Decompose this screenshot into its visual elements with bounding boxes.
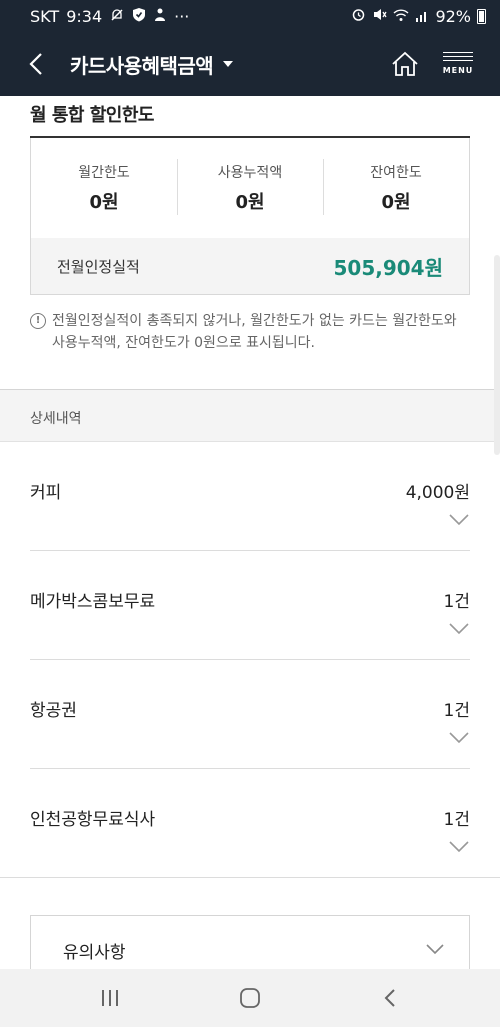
home-icon bbox=[392, 51, 418, 76]
chevron-down-icon bbox=[426, 944, 444, 955]
divider bbox=[0, 877, 500, 878]
chevron-down-icon[interactable] bbox=[448, 731, 470, 745]
accumulated-usage-value: 0원 bbox=[235, 192, 265, 213]
status-bar: SKT 9:34 ··· 92% bbox=[0, 0, 500, 32]
shield-icon bbox=[132, 7, 146, 25]
menu-button[interactable]: MENU bbox=[438, 46, 478, 86]
monthly-limit-value: 0원 bbox=[89, 192, 119, 213]
detail-item-value: 4,000원 bbox=[405, 483, 470, 503]
notice-text: 전월인정실적이 총족되지 않거나, 월간한도가 없는 카드는 월간한도와 사용누… bbox=[52, 313, 457, 351]
remaining-limit-label: 잔여한도 bbox=[370, 165, 422, 181]
page-title: 카드사용혜택금액 bbox=[70, 53, 214, 78]
home-button[interactable] bbox=[385, 46, 425, 82]
detail-item-name: 인천공항무료식사 bbox=[30, 810, 156, 830]
monthly-limit-label: 월간한도 bbox=[78, 165, 130, 181]
app-notification-icon bbox=[153, 7, 167, 25]
detail-item-name: 메가박스콤보무료 bbox=[30, 592, 156, 612]
caution-accordion[interactable]: 유의사항 bbox=[30, 915, 470, 975]
system-nav-bar bbox=[0, 969, 500, 1027]
remaining-limit-value: 0원 bbox=[381, 192, 411, 213]
back-chevron-icon bbox=[384, 989, 395, 1007]
chevron-down-icon[interactable] bbox=[448, 622, 470, 636]
details-title: 상세내역 bbox=[30, 411, 82, 427]
caret-down-icon bbox=[223, 61, 234, 67]
accumulated-usage: 사용누적액 0원 bbox=[177, 159, 323, 215]
battery-percent: 92% bbox=[435, 6, 471, 26]
app-header: 카드사용혜택금액 MENU bbox=[0, 32, 500, 96]
monthly-limit: 월간한도 0원 bbox=[31, 162, 177, 214]
clock-text: 9:34 bbox=[66, 6, 103, 26]
alarm-icon bbox=[351, 7, 366, 25]
chevron-down-icon[interactable] bbox=[448, 513, 470, 527]
back-button[interactable] bbox=[12, 32, 60, 96]
performance-value: 505,904원 bbox=[333, 255, 444, 280]
mute-notification-icon bbox=[109, 8, 125, 25]
mute-icon bbox=[372, 7, 387, 25]
notice: ! 전월인정실적이 총족되지 않거나, 월간한도가 없는 카드는 월간한도와 사… bbox=[30, 310, 470, 354]
limit-section-title: 월 통합 할인한도 bbox=[30, 105, 154, 126]
previous-month-performance-row: 전월인정실적 505,904원 bbox=[31, 238, 469, 294]
system-home-button[interactable] bbox=[230, 984, 270, 1012]
remaining-limit: 잔여한도 0원 bbox=[323, 159, 469, 215]
title-dropdown[interactable]: 카드사용혜택금액 bbox=[70, 50, 234, 79]
limit-summary-box: 월간한도 0원 사용누적액 0원 잔여한도 0원 전월인정실적 505,904원 bbox=[30, 138, 470, 295]
detail-item-name: 항공권 bbox=[30, 701, 77, 721]
details-header: 상세내역 bbox=[0, 389, 500, 442]
back-arrow-icon bbox=[29, 53, 42, 75]
wifi-icon bbox=[393, 8, 409, 25]
exclamation-circle-icon: ! bbox=[30, 313, 46, 329]
detail-item[interactable]: 인천공항무료식사 1건 bbox=[30, 770, 470, 878]
menu-icon bbox=[443, 52, 473, 61]
more-notifications-icon: ··· bbox=[174, 6, 190, 26]
recent-apps-icon bbox=[102, 990, 118, 1006]
limit-section-title-row: 월 통합 할인한도 bbox=[30, 101, 470, 138]
battery-icon bbox=[477, 8, 486, 24]
scrollbar[interactable] bbox=[494, 255, 500, 455]
caution-label: 유의사항 bbox=[63, 943, 126, 963]
system-back-button[interactable] bbox=[370, 984, 410, 1012]
signal-icon bbox=[415, 8, 429, 25]
detail-item[interactable]: 항공권 1건 bbox=[30, 661, 470, 769]
detail-item-value: 1건 bbox=[443, 592, 470, 612]
performance-label: 전월인정실적 bbox=[57, 257, 140, 276]
detail-item-value: 1건 bbox=[443, 810, 470, 830]
carrier-text: SKT bbox=[30, 6, 60, 26]
recent-apps-button[interactable] bbox=[90, 984, 130, 1012]
accumulated-usage-label: 사용누적액 bbox=[217, 165, 283, 181]
detail-item-name: 커피 bbox=[30, 483, 62, 503]
detail-item[interactable]: 메가박스콤보무료 1건 bbox=[30, 552, 470, 660]
chevron-down-icon[interactable] bbox=[448, 840, 470, 854]
detail-item-value: 1건 bbox=[443, 701, 470, 721]
home-circle-icon bbox=[240, 988, 260, 1008]
menu-label: MENU bbox=[442, 66, 474, 75]
detail-item[interactable]: 커피 4,000원 bbox=[30, 443, 470, 551]
